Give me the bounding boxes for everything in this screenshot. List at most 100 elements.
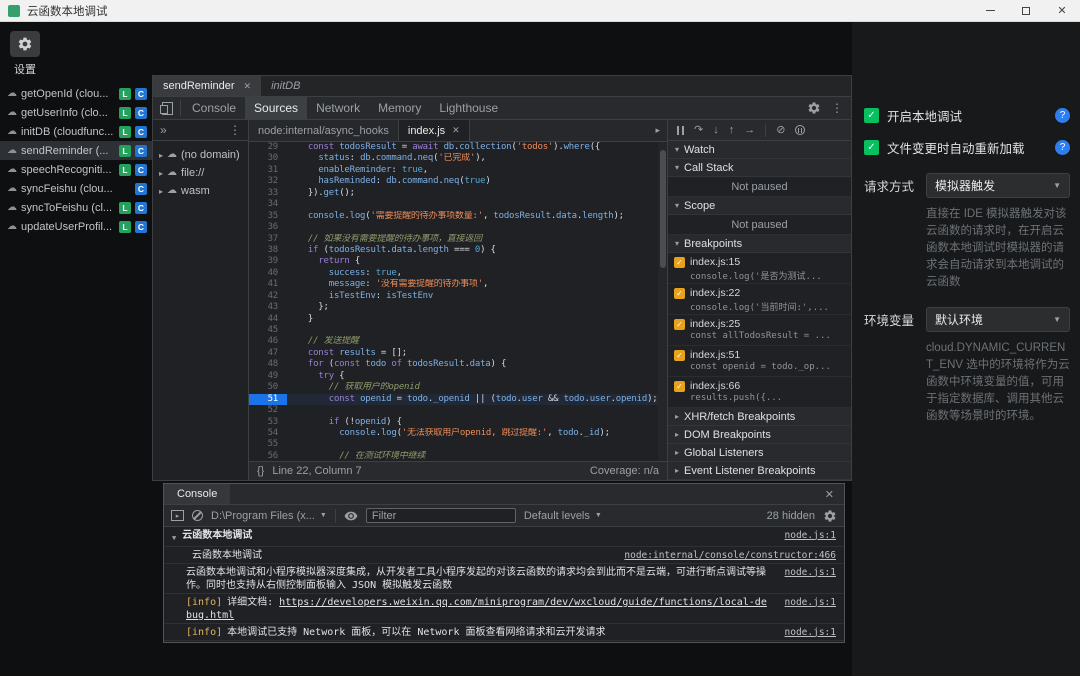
step-out-ic[interactable]: ↑ [729,125,735,136]
step-into-icon[interactable]: ↓ [713,125,719,136]
source-link[interactable]: node:internal/console/constructor:466 [624,549,836,562]
editor-scrollbar[interactable] [658,142,667,461]
line-number[interactable]: 53 [249,417,287,428]
env-var-select[interactable]: 默认环境 ▼ [926,307,1070,332]
request-method-select[interactable]: 模拟器触发 ▼ [926,173,1070,198]
console-filter-input[interactable] [366,508,516,523]
line-number[interactable]: 38 [249,245,287,256]
console-sidebar-icon[interactable]: ▸ [171,510,184,521]
navigator-more-icon[interactable]: ⋮ [229,123,241,137]
line-number[interactable]: 44 [249,314,287,325]
pause-resume-icon[interactable] [677,126,684,135]
line-number[interactable]: 47 [249,348,287,359]
devtools-settings-icon[interactable] [807,101,821,115]
code-line[interactable]: 41 message: '没有需要提醒的待办事项', [249,279,667,290]
settings-button[interactable] [10,31,40,57]
source-link[interactable]: node.js:1 [785,529,836,542]
close-drawer-icon[interactable]: ✕ [815,488,844,501]
line-number[interactable]: 32 [249,176,287,187]
line-number[interactable]: 39 [249,256,287,267]
line-number[interactable]: 48 [249,359,287,370]
code-line[interactable]: 45 [249,325,667,336]
code-line[interactable]: 39 return { [249,256,667,267]
section-call-stack[interactable]: ▾ Call Stack [668,159,851,177]
breakpoint-checkbox[interactable]: ✓ [674,319,685,330]
line-number[interactable]: 31 [249,165,287,176]
code-line[interactable]: 48 for (const todo of todosResult.data) … [249,359,667,370]
function-list-item[interactable]: ☁syncToFeishu (cl...LC [0,198,152,217]
help-icon[interactable]: ? [1055,140,1070,155]
session-tab[interactable]: sendReminder✕ [153,76,261,96]
line-number[interactable]: 30 [249,153,287,164]
function-list-item[interactable]: ☁syncFeishu (clou...C [0,179,152,198]
section-watch[interactable]: ▾ Watch [668,141,851,159]
line-number[interactable]: 46 [249,336,287,347]
line-number[interactable]: 55 [249,439,287,450]
devtools-tab-console[interactable]: Console [183,97,245,119]
deactivate-breakpoints-icon[interactable]: ⊘ [776,125,785,136]
function-list-item[interactable]: ☁speechRecogniti...LC [0,160,152,179]
more-options-icon[interactable]: ⋮ [831,101,843,115]
line-number[interactable]: 45 [249,325,287,336]
code-line[interactable]: 32 hasReminded: db.command.neq(true) [249,176,667,187]
code-line[interactable]: 35 console.log('需要提醒的待办事项数量:', todosResu… [249,211,667,222]
section-scope[interactable]: ▾ Scope [668,197,851,215]
function-list-item[interactable]: ☁getOpenId (clou...LC [0,84,152,103]
code-line[interactable]: 30 status: db.command.neq('已完成'), [249,153,667,164]
code-line[interactable]: 51 const openid = todo._openid || (todo.… [249,394,667,405]
breakpoint-checkbox[interactable]: ✓ [674,381,685,392]
breakpoint-item[interactable]: ✓index.js:25const allTodosResult = ... [668,315,851,346]
line-number[interactable]: 51 [249,394,287,405]
code-line[interactable]: 36 [249,222,667,233]
source-link[interactable]: node.js:1 [785,566,836,579]
message-link[interactable]: https://developers.weixin.qq.com/minipro… [186,597,767,621]
line-number[interactable]: 43 [249,302,287,313]
breakpoint-checkbox[interactable]: ✓ [674,257,685,268]
file-tree-item[interactable]: ▸☁(no domain) [153,146,248,164]
debug-section-header[interactable]: ▸XHR/fetch Breakpoints [668,408,851,426]
section-breakpoints[interactable]: ▾ Breakpoints [668,235,851,253]
source-link[interactable]: node.js:1 [785,596,836,609]
debug-section-header[interactable]: ▸Event Listener Breakpoints [668,462,851,480]
expander-icon[interactable]: ▼ [172,532,176,545]
line-number[interactable]: 50 [249,382,287,393]
log-levels-select[interactable]: Default levels ▼ [524,510,602,522]
line-number[interactable]: 49 [249,371,287,382]
code-line[interactable]: 54 console.log('无法获取用户openid, 跳过提醒:', to… [249,428,667,439]
breakpoint-item[interactable]: ✓index.js:66results.push({... [668,377,851,408]
close-tab-icon[interactable]: ✕ [452,125,460,136]
breakpoint-item[interactable]: ✓index.js:15console.log('是否为测试... [668,253,851,284]
breakpoint-item[interactable]: ✓index.js:51const openid = todo._op... [668,346,851,377]
debug-section-header[interactable]: ▸DOM Breakpoints [668,426,851,444]
file-tree-item[interactable]: ▸☁file:// [153,164,248,182]
clear-console-icon[interactable] [192,510,203,521]
breakpoint-checkbox[interactable]: ✓ [674,288,685,299]
code-line[interactable]: 55 [249,439,667,450]
code-line[interactable]: 37 // 如果没有需要提醒的待办事项，直接返回 [249,234,667,245]
code-line[interactable]: 56 // 在测试环境中继续 [249,451,667,461]
breakpoint-item[interactable]: ✓index.js:22console.log('当前时间:',... [668,284,851,315]
line-number[interactable]: 52 [249,405,287,416]
function-list-item[interactable]: ☁initDB (cloudfunc...LC [0,122,152,141]
code-line[interactable]: 38 if (todosResult.data.length === 0) { [249,245,667,256]
format-icon[interactable]: {} [257,465,264,477]
minimize-button[interactable] [972,0,1008,21]
code-line[interactable]: 29 const todosResult = await db.collecti… [249,142,667,153]
code-editor[interactable]: 29 const todosResult = await db.collecti… [249,142,667,461]
code-line[interactable]: 31 enableReminder: true, [249,165,667,176]
line-number[interactable]: 42 [249,291,287,302]
code-line[interactable]: 46 // 发送提醒 [249,336,667,347]
line-number[interactable]: 29 [249,142,287,153]
editor-tab[interactable]: index.js✕ [399,120,470,141]
step-over-icon[interactable]: ↷ [694,125,703,136]
editor-tabs-overflow-icon[interactable]: ▸ [648,120,667,141]
code-line[interactable]: 40 success: true, [249,268,667,279]
session-tab[interactable]: initDB [261,76,310,96]
console-drawer-tab[interactable]: Console [164,484,230,504]
checkbox-checked-icon[interactable]: ✓ [864,140,879,155]
devtools-tab-network[interactable]: Network [307,97,369,119]
line-number[interactable]: 54 [249,428,287,439]
maximize-button[interactable] [1008,0,1044,21]
code-line[interactable]: 50 // 获取用户的openid [249,382,667,393]
close-tab-icon[interactable]: ✕ [244,81,252,92]
